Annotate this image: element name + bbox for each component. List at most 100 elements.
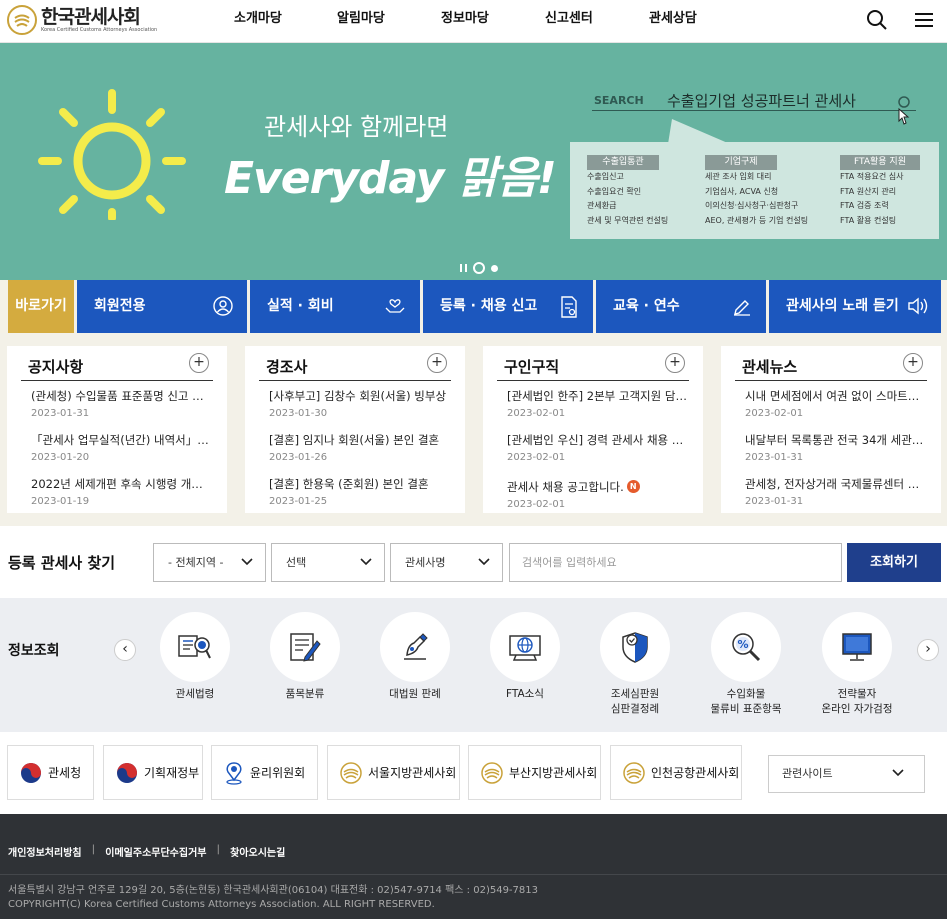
service-item[interactable]: 세관 조사 입회 대리 [705, 170, 825, 185]
logo-subtitle: Korea Certified Customs Attorneys Associ… [41, 27, 158, 33]
item-title: 2022년 세제개편 후속 시행령 개정안 안내 [31, 477, 211, 491]
banner-search-text[interactable]: 수출입기업 성공파트너 관세사 [667, 90, 856, 111]
site-label: 서울지방관세사회 [368, 766, 457, 780]
list-item[interactable]: 내달부터 목록통관 전국 34개 세관 확대 2023-01-31 [745, 432, 925, 463]
site-link-seoul[interactable]: 서울지방관세사회 [327, 745, 460, 800]
region-select-value: - 전체지역 - [168, 556, 224, 569]
pause-icon[interactable] [460, 264, 467, 272]
list-item[interactable]: [사후부고] 김창수 회원(서울) 빙부상 2023-01-30 [269, 388, 449, 419]
service-item[interactable]: 관세환급 [587, 199, 707, 214]
site-link-ethics[interactable]: 윤리위원회 [211, 745, 318, 800]
news-card-jobs: 구인구직 + [관세법인 한주] 2본부 고객지원 담당 채용 2023-02-0… [483, 346, 703, 513]
nav-item-about[interactable]: 소개마당 [234, 0, 337, 42]
footer-address: 서울특별시 강남구 언주로 129길 20, 5층(논현동) 한국관세사회관(0… [8, 885, 538, 896]
next-arrow-button[interactable]: › [917, 639, 939, 661]
service-item[interactable]: 기업심사, ACVA 신청 [705, 185, 825, 200]
search-icon[interactable] [866, 9, 888, 31]
nav-item-report[interactable]: 신고센터 [545, 0, 649, 42]
law-icon [178, 635, 211, 659]
carousel-dot[interactable] [491, 264, 498, 272]
nav-item-consult[interactable]: 관세상담 [649, 0, 729, 42]
court-icon [404, 633, 428, 660]
quick-education-button[interactable]: 교육 · 연수 [596, 280, 766, 333]
item-date: 2023-02-01 [507, 499, 566, 510]
item-title: [관세법인 우신] 경력 관세사 채용 공고 [507, 433, 687, 447]
quick-song-button[interactable]: 관세사의 노래 듣기 [769, 280, 941, 333]
more-plus-icon[interactable]: + [665, 353, 685, 373]
new-badge: N [626, 480, 640, 493]
item-title: 관세사 채용 공고합니다. [507, 480, 624, 494]
info-label: 수입화물 물류비 표준항목 [710, 688, 782, 715]
list-item[interactable]: 시내 면세점에서 여권 없이 스마트폰으로 2023-02-01 [745, 388, 925, 419]
nav-item-notice[interactable]: 알림마당 [337, 0, 441, 42]
classification-icon [290, 633, 321, 662]
list-item[interactable]: 2022년 세제개편 후속 시행령 개정안 안내 2023-01-19 [31, 476, 211, 507]
info-item-law[interactable]: 관세법령 [140, 612, 250, 702]
email-refusal-link[interactable]: 이메일주소무단수집거부 [105, 844, 206, 859]
region-select[interactable]: - 전체지역 - [153, 543, 266, 582]
carousel-dot-active[interactable] [473, 262, 485, 274]
list-item[interactable]: 관세청, 전자상거래 국제물류센터 점검 2023-01-31 [745, 476, 925, 507]
quick-performance-button[interactable]: 실적 · 회비 [250, 280, 420, 333]
service-item[interactable]: FTA 활용 컨설팅 [840, 214, 947, 229]
quick-register-button[interactable]: 등록 · 채용 신고 [423, 280, 593, 333]
nav-item-info[interactable]: 정보마당 [441, 0, 545, 42]
card-divider [735, 380, 927, 381]
carousel-controls [460, 262, 504, 274]
category-select[interactable]: 선택 [271, 543, 385, 582]
list-item[interactable]: [관세법인 한주] 2본부 고객지원 담당 채용 2023-02-01 [507, 388, 687, 419]
site-link-incheon[interactable]: 인천공항관세사회 [610, 745, 742, 800]
service-item[interactable]: FTA 적용요건 심사 [840, 170, 947, 185]
list-item[interactable]: 관세사 채용 공고합니다. N 2023-02-01 [507, 476, 687, 510]
prev-arrow-button[interactable]: ‹ [114, 639, 136, 661]
banner-search-icon[interactable] [895, 95, 913, 127]
search-submit-button[interactable]: 조회하기 [847, 543, 941, 582]
service-item[interactable]: 수출입요건 확인 [587, 185, 707, 200]
info-item-fta-news[interactable]: FTA소식 [470, 612, 580, 702]
menu-icon[interactable] [913, 9, 935, 31]
list-item[interactable]: [결혼] 한용욱 (준회원) 본인 결혼 2023-01-25 [269, 476, 449, 507]
card-title: 관세뉴스 [742, 358, 798, 376]
list-item[interactable]: [결혼] 임지나 회원(서울) 본인 결혼 2023-01-26 [269, 432, 449, 463]
footer-separator: | [216, 844, 221, 855]
service-item[interactable]: 이의신청·심사청구·심판청구 [705, 199, 825, 214]
footer-copyright: COPYRIGHT(C) Korea Certified Customs Att… [8, 899, 435, 910]
list-item[interactable]: [관세법인 우신] 경력 관세사 채용 공고 2023-02-01 [507, 432, 687, 463]
site-link-customs-service[interactable]: 관세청 [7, 745, 94, 800]
list-item[interactable]: 「관세사 업무실적(년간) 내역서」 제출 안내 2023-01-20 [31, 432, 211, 463]
quick-label: 관세사의 노래 듣기 [786, 298, 899, 314]
item-title: 시내 면세점에서 여권 없이 스마트폰으로 [745, 389, 925, 403]
directions-link[interactable]: 찾아오시는길 [230, 844, 285, 859]
item-date: 2023-01-31 [31, 408, 90, 419]
search-input[interactable]: 검색어를 입력하세요 [509, 543, 842, 582]
list-item[interactable]: (관세청) 수입물품 표준품명 신고 의무화 안내 2023-01-31 [31, 388, 211, 419]
service-item[interactable]: FTA 검증 조력 [840, 199, 947, 214]
more-plus-icon[interactable]: + [903, 353, 923, 373]
info-item-logistics[interactable]: % 수입화물 물류비 표준항목 [691, 612, 801, 717]
quick-label: 등록 · 채용 신고 [440, 298, 538, 314]
logo[interactable]: 한국관세사회 Korea Certified Customs Attorneys… [7, 5, 157, 35]
site-link-busan[interactable]: 부산지방관세사회 [468, 745, 601, 800]
info-item-classification[interactable]: 품목분류 [250, 612, 360, 702]
quick-member-button[interactable]: 회원전용 [77, 280, 247, 333]
quick-shortcut-label: 바로가기 [8, 280, 74, 333]
item-date: 2023-01-30 [269, 408, 328, 419]
privacy-policy-link[interactable]: 개인정보처리방침 [8, 844, 82, 859]
info-item-court[interactable]: 대법원 판례 [360, 612, 470, 702]
service-item[interactable]: 관세 및 무역관련 컨설팅 [587, 214, 707, 229]
item-title: [관세법인 한주] 2본부 고객지원 담당 채용 [507, 389, 687, 403]
site-link-ministry[interactable]: 기획재정부 [103, 745, 203, 800]
service-item[interactable]: AEO, 관세평가 등 기업 컨설팅 [705, 214, 825, 229]
item-title: 「관세사 업무실적(년간) 내역서」 제출 안내 [31, 433, 211, 447]
info-item-tax-tribunal[interactable]: 조세심판원 심판결정례 [580, 612, 690, 717]
quick-label: 회원전용 [94, 298, 146, 314]
search-type-select[interactable]: 관세사명 [390, 543, 503, 582]
service-item[interactable]: 수출입신고 [587, 170, 707, 185]
more-plus-icon[interactable]: + [427, 353, 447, 373]
card-divider [259, 380, 451, 381]
user-icon [213, 296, 233, 316]
info-item-strategic-goods[interactable]: 전략물자 온라인 자가검정 [802, 612, 912, 717]
more-plus-icon[interactable]: + [189, 353, 209, 373]
related-sites-select[interactable]: 관련사이트 [768, 755, 925, 793]
service-item[interactable]: FTA 원산지 관리 [840, 185, 947, 200]
